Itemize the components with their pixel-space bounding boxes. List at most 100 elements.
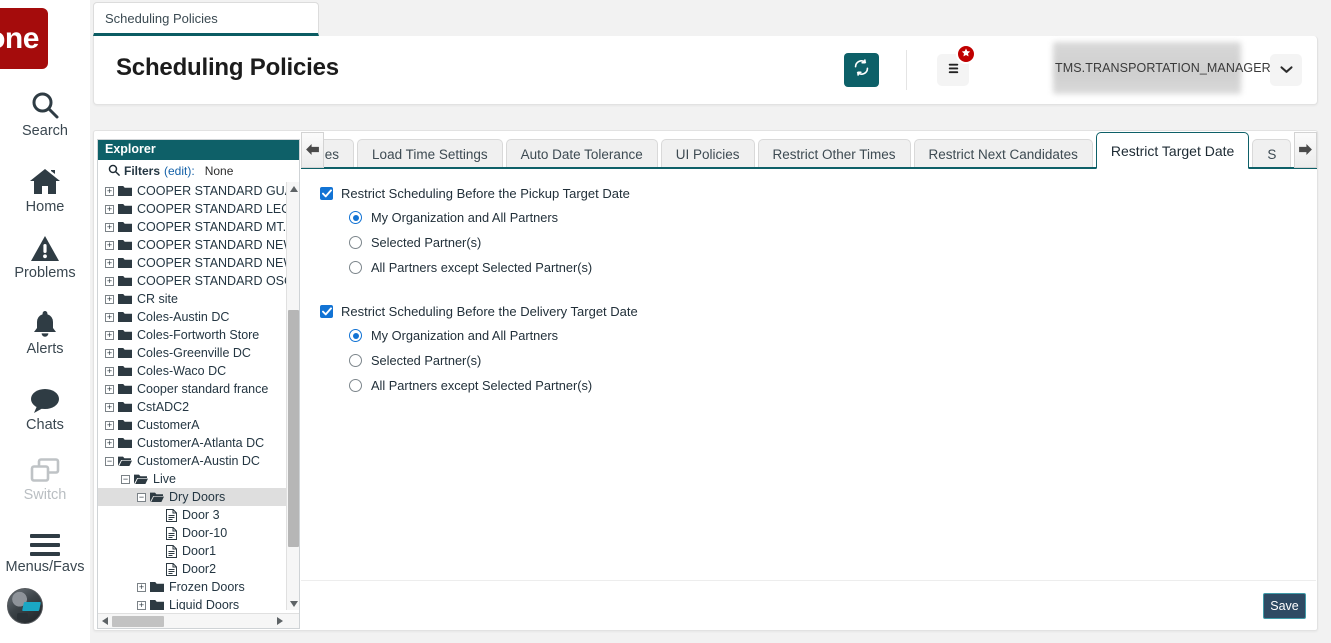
tree-node-expand-toggle[interactable]: + [137, 583, 146, 592]
tree-node-expand-toggle[interactable]: + [105, 367, 114, 376]
policy-radio[interactable] [349, 261, 362, 274]
tree-node[interactable]: +COOPER STANDARD NEW L [98, 254, 299, 272]
tree-node-expand-toggle[interactable]: + [105, 313, 114, 322]
tree-node-expand-toggle[interactable]: + [105, 403, 114, 412]
tree-node-label: CR site [137, 292, 178, 306]
tree-vertical-scrollbar[interactable] [286, 182, 299, 610]
tab-s[interactable]: S [1252, 139, 1291, 169]
policy-checkbox[interactable] [320, 187, 333, 200]
tree-node-expand-toggle[interactable]: + [105, 187, 114, 196]
rail-item-switch: Switch [0, 450, 90, 503]
tree-node[interactable]: Door2 [98, 560, 299, 578]
policy-checkbox-row[interactable]: Restrict Scheduling Before the Delivery … [320, 301, 1307, 321]
tree-node-expand-toggle[interactable]: + [105, 205, 114, 214]
tree-node[interactable]: −CustomerA-Austin DC [98, 452, 299, 470]
tree-node[interactable]: Door 3 [98, 506, 299, 524]
tree-node[interactable]: +CustomerA-Atlanta DC [98, 434, 299, 452]
policy-radio[interactable] [349, 329, 362, 342]
tree-node-expand-toggle[interactable]: + [105, 223, 114, 232]
policy-radio-row[interactable]: All Partners except Selected Partner(s) [349, 375, 1307, 396]
tree-node-expand-toggle[interactable]: + [137, 601, 146, 610]
tree-node-collapse-toggle[interactable]: − [121, 475, 130, 484]
tree-horizontal-scrollbar[interactable] [98, 613, 299, 628]
policy-radio-row[interactable]: All Partners except Selected Partner(s) [349, 257, 1307, 278]
rail-item-label: Search [22, 123, 68, 139]
tree-node[interactable]: +Coles-Austin DC [98, 308, 299, 326]
tree-node-spacer [153, 529, 162, 538]
tree-node-expand-toggle[interactable]: + [105, 241, 114, 250]
tree-node[interactable]: Door1 [98, 542, 299, 560]
policy-radio-row[interactable]: Selected Partner(s) [349, 350, 1307, 371]
rail-item-problems[interactable]: Problems [0, 228, 90, 281]
tree-node[interactable]: −Dry Doors [98, 488, 299, 506]
tree-node-expand-toggle[interactable]: + [105, 331, 114, 340]
tree-scroll-down-button[interactable] [287, 597, 300, 610]
rail-item-chats[interactable]: Chats [0, 380, 90, 433]
policy-checkbox-row[interactable]: Restrict Scheduling Before the Pickup Ta… [320, 183, 1307, 203]
tree-node[interactable]: +CstADC2 [98, 398, 299, 416]
page-tab[interactable]: Scheduling Policies [93, 2, 319, 36]
save-button[interactable]: Save [1263, 593, 1306, 619]
tree-node-expand-toggle[interactable]: + [105, 421, 114, 430]
tree-scroll-left-button[interactable] [98, 614, 111, 628]
tree-node[interactable]: +COOPER STANDARD NEW L [98, 236, 299, 254]
tree-node-expand-toggle[interactable]: + [105, 295, 114, 304]
tab-ui-policies[interactable]: UI Policies [661, 139, 755, 169]
tree-vertical-scroll-thumb[interactable] [288, 310, 299, 547]
tree-node[interactable]: −Live [98, 470, 299, 488]
tab-restrict-target-date[interactable]: Restrict Target Date [1096, 132, 1249, 169]
tab-restrict-other-times[interactable]: Restrict Other Times [758, 139, 911, 169]
user-menu-button[interactable] [1270, 54, 1302, 86]
folder-icon [118, 365, 132, 377]
tree-node[interactable]: +Coles-Fortworth Store [98, 326, 299, 344]
tree-node-expand-toggle[interactable]: + [105, 385, 114, 394]
app-logo[interactable]: one [0, 8, 48, 69]
rail-item-search[interactable]: Search [0, 86, 90, 139]
rail-item-menus-favs[interactable]: Menus/Favs [0, 522, 90, 575]
tree-node[interactable]: +COOPER STANDARD MT. ST [98, 218, 299, 236]
tree-scroll-up-button[interactable] [287, 182, 300, 195]
tree-node-label: COOPER STANDARD GUAYM [137, 184, 299, 198]
policy-radio-row[interactable]: My Organization and All Partners [349, 207, 1307, 228]
policy-radio[interactable] [349, 354, 362, 367]
tree-node[interactable]: Door-10 [98, 524, 299, 542]
policy-radio[interactable] [349, 211, 362, 224]
tree-node[interactable]: +Cooper standard france [98, 380, 299, 398]
tab-auto-date-tolerance[interactable]: Auto Date Tolerance [506, 139, 658, 169]
rail-item-home[interactable]: Home [0, 162, 90, 215]
tree-node-collapse-toggle[interactable]: − [137, 493, 146, 502]
tree-node[interactable]: +COOPER STANDARD OSCO [98, 272, 299, 290]
content-card: Explorer Filters (edit): None +COOPER ST… [93, 130, 1318, 631]
tree-node[interactable]: +Coles-Waco DC [98, 362, 299, 380]
notifications-badge[interactable] [956, 44, 976, 64]
tree-node-expand-toggle[interactable]: + [105, 439, 114, 448]
tree-node[interactable]: +Liquid Doors [98, 596, 299, 610]
avatar[interactable] [7, 588, 43, 624]
tree-node-collapse-toggle[interactable]: − [105, 457, 114, 466]
tree-node-expand-toggle[interactable]: + [105, 349, 114, 358]
tree-node[interactable]: +Frozen Doors [98, 578, 299, 596]
tree-scroll-right-button[interactable] [273, 614, 286, 628]
tree-node[interactable]: + COOPER STANDARD GUAYM [98, 182, 299, 200]
tree-horizontal-scroll-thumb[interactable] [112, 616, 164, 627]
tree-node[interactable]: +CustomerA [98, 416, 299, 434]
policy-checkbox[interactable] [320, 305, 333, 318]
policy-radio[interactable] [349, 379, 362, 392]
policy-radio-row[interactable]: Selected Partner(s) [349, 232, 1307, 253]
policy-radio-row[interactable]: My Organization and All Partners [349, 325, 1307, 346]
tab-restrict-next-candidates[interactable]: Restrict Next Candidates [914, 139, 1093, 169]
tree-node-expand-toggle[interactable]: + [105, 277, 114, 286]
refresh-button[interactable] [844, 53, 879, 87]
tree-node[interactable]: +COOPER STANDARD LEONA [98, 200, 299, 218]
policy-radio[interactable] [349, 236, 362, 249]
tabs-scroll-right-button[interactable] [1294, 132, 1317, 168]
tabs-scroll-left-button[interactable] [301, 132, 324, 168]
tree-node[interactable]: +Coles-Greenville DC [98, 344, 299, 362]
explorer-tree[interactable]: + COOPER STANDARD GUAYM +COOPER STANDARD L… [98, 182, 299, 610]
tab-load-time-settings[interactable]: Load Time Settings [357, 139, 503, 169]
tree-node-expand-toggle[interactable]: + [105, 259, 114, 268]
folder-icon [118, 239, 132, 251]
rail-item-alerts[interactable]: Alerts [0, 304, 90, 357]
tree-node[interactable]: + CR site [98, 290, 299, 308]
filters-edit-link[interactable]: (edit): [164, 164, 195, 178]
